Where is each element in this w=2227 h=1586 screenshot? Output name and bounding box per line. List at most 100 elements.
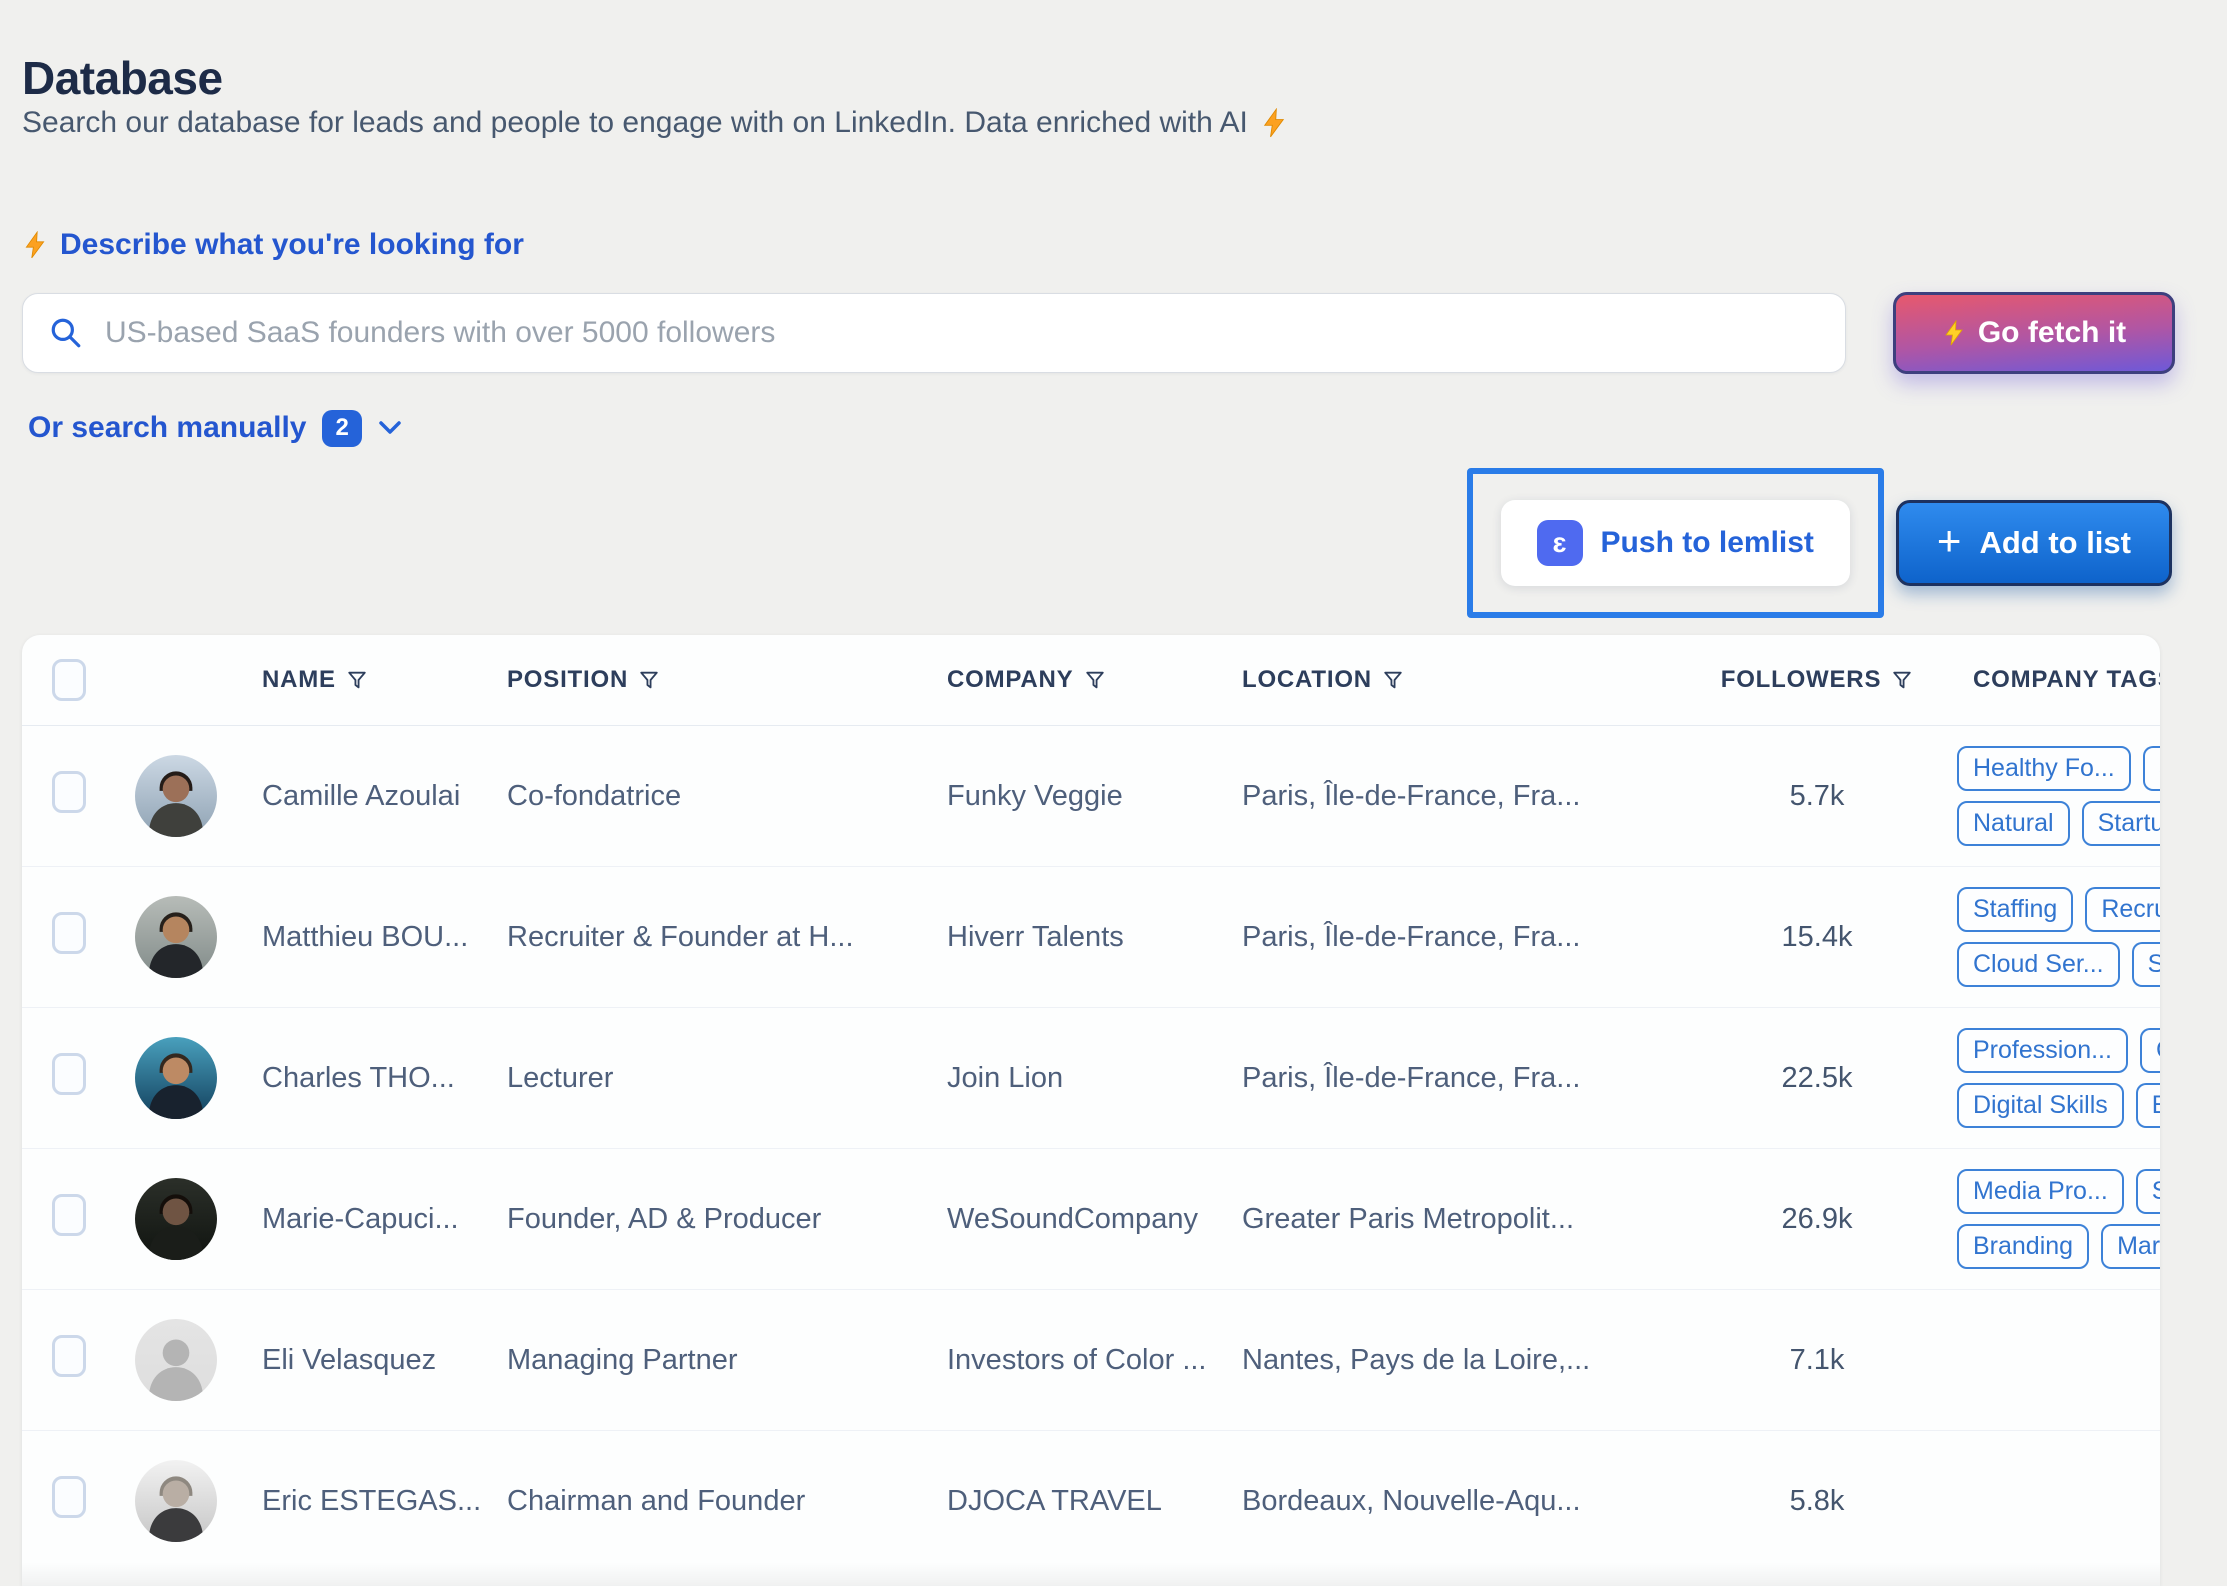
- cell-name: Charles THO...: [262, 1062, 507, 1095]
- row-checkbox[interactable]: [52, 1476, 86, 1518]
- header-company: COMPANY: [947, 666, 1242, 694]
- cell-company: Funky Veggie: [947, 780, 1242, 813]
- cell-company: WeSoundCompany: [947, 1203, 1242, 1236]
- header-position: POSITION: [507, 666, 947, 694]
- cell-company: Hiverr Talents: [947, 921, 1242, 954]
- lemlist-logo-icon: ɛ: [1537, 520, 1583, 566]
- cell-tags: Healthy Fo...Sna NaturalStartup: [1957, 746, 2160, 847]
- filter-count-badge: 2: [322, 410, 361, 447]
- cell-name: Matthieu BOU...: [262, 921, 507, 954]
- company-tag: Branding: [1957, 1224, 2089, 1269]
- describe-section-text: Describe what you're looking for: [60, 228, 524, 262]
- avatar: [135, 896, 217, 978]
- cell-position: Lecturer: [507, 1062, 947, 1095]
- cell-company: Join Lion: [947, 1062, 1242, 1095]
- table-row[interactable]: Matthieu BOU... Recruiter & Founder at H…: [22, 866, 2160, 1007]
- search-icon: [49, 316, 83, 350]
- search-input[interactable]: [103, 315, 1819, 351]
- row-checkbox[interactable]: [52, 1335, 86, 1377]
- filter-icon-followers[interactable]: [1891, 669, 1913, 691]
- search-box[interactable]: [22, 293, 1846, 373]
- table-row[interactable]: Eli Velasquez Managing Partner Investors…: [22, 1289, 2160, 1430]
- push-to-lemlist-button[interactable]: ɛ Push to lemlist: [1501, 500, 1850, 586]
- cell-followers: 5.7k: [1677, 780, 1957, 813]
- describe-section-label: Describe what you're looking for: [22, 228, 524, 262]
- header-location: LOCATION: [1242, 666, 1677, 694]
- add-to-list-button[interactable]: + Add to list: [1896, 500, 2172, 586]
- header-followers: FOLLOWERS: [1677, 666, 1957, 694]
- avatar: [135, 1037, 217, 1119]
- table-row[interactable]: Charles THO... Lecturer Join Lion Paris,…: [22, 1007, 2160, 1148]
- page-subtitle-text: Search our database for leads and people…: [22, 106, 1248, 140]
- cell-location: Paris, Île-de-France, Fra...: [1242, 1062, 1677, 1095]
- table-row[interactable]: Eric ESTEGAS... Chairman and Founder DJO…: [22, 1430, 2160, 1571]
- table-row[interactable]: Camille Azoulai Co-fondatrice Funky Vegg…: [22, 726, 2160, 866]
- cell-location: Paris, Île-de-France, Fra...: [1242, 780, 1677, 813]
- table-row[interactable]: Marie-Capuci... Founder, AD & Producer W…: [22, 1148, 2160, 1289]
- cell-tags: [1957, 1496, 2160, 1506]
- leads-table: NAME POSITION COMPANY LOCATION FOLLOWERS…: [22, 635, 2160, 1586]
- cell-location: Bordeaux, Nouvelle-Aqu...: [1242, 1485, 1677, 1518]
- push-to-lemlist-label: Push to lemlist: [1601, 526, 1814, 560]
- table-header-row: NAME POSITION COMPANY LOCATION FOLLOWERS…: [22, 635, 2160, 726]
- cell-location: Nantes, Pays de la Loire,...: [1242, 1344, 1677, 1377]
- company-tag: Media Pro...: [1957, 1169, 2124, 1214]
- cell-position: Co-fondatrice: [507, 780, 947, 813]
- cell-company: DJOCA TRAVEL: [947, 1485, 1242, 1518]
- avatar: [135, 755, 217, 837]
- company-tag: Sna: [2143, 746, 2160, 791]
- cell-name: Eric ESTEGAS...: [262, 1485, 507, 1518]
- select-all-checkbox[interactable]: [52, 659, 86, 701]
- go-fetch-label: Go fetch it: [1978, 316, 2126, 350]
- page-title: Database: [22, 51, 223, 105]
- company-tag: Coa: [2140, 1028, 2160, 1073]
- push-to-lemlist-highlight: ɛ Push to lemlist: [1467, 468, 1884, 618]
- avatar: [135, 1460, 217, 1542]
- cell-company: Investors of Color ...: [947, 1344, 1242, 1377]
- search-row: Go fetch it: [22, 292, 2175, 374]
- cell-tags: StaffingRecruiti Cloud Ser...Sta: [1957, 887, 2160, 988]
- cell-tags: Profession...Coa Digital SkillsEm: [1957, 1028, 2160, 1129]
- company-tag: Digital Skills: [1957, 1083, 2124, 1128]
- header-company-tags: COMPANY TAGS: [1957, 666, 2160, 694]
- filter-icon-position[interactable]: [638, 669, 660, 691]
- company-tag: Cloud Ser...: [1957, 942, 2120, 987]
- go-fetch-button[interactable]: Go fetch it: [1893, 292, 2175, 374]
- avatar: [135, 1319, 217, 1401]
- filter-icon-name[interactable]: [346, 669, 368, 691]
- cell-position: Founder, AD & Producer: [507, 1203, 947, 1236]
- company-tag: Staffing: [1957, 887, 2073, 932]
- cell-tags: Media Pro... So Branding Market: [1957, 1169, 2160, 1270]
- chevron-down-icon: [378, 420, 402, 436]
- cell-name: Marie-Capuci...: [262, 1203, 507, 1236]
- page-subtitle: Search our database for leads and people…: [22, 106, 1288, 140]
- search-manually-label: Or search manually: [28, 411, 306, 445]
- row-checkbox[interactable]: [52, 912, 86, 954]
- company-tag: Market: [2101, 1224, 2160, 1269]
- company-tag: Healthy Fo...: [1957, 746, 2131, 791]
- cell-followers: 22.5k: [1677, 1062, 1957, 1095]
- row-checkbox[interactable]: [52, 1194, 86, 1236]
- cell-position: Recruiter & Founder at H...: [507, 921, 947, 954]
- row-checkbox[interactable]: [52, 1053, 86, 1095]
- header-name: NAME: [262, 666, 507, 694]
- lightning-icon: [22, 231, 48, 259]
- company-tag: Sta: [2132, 942, 2160, 987]
- cell-followers: 15.4k: [1677, 921, 1957, 954]
- cell-followers: 5.8k: [1677, 1485, 1957, 1518]
- table-body: Camille Azoulai Co-fondatrice Funky Vegg…: [22, 726, 2160, 1571]
- search-manually-toggle[interactable]: Or search manually 2: [28, 410, 402, 447]
- company-tag: Em: [2136, 1083, 2160, 1128]
- row-checkbox[interactable]: [52, 771, 86, 813]
- cell-followers: 26.9k: [1677, 1203, 1957, 1236]
- company-tag: Natural: [1957, 801, 2070, 846]
- list-actions: ɛ Push to lemlist + Add to list: [1467, 468, 2172, 618]
- lightning-icon: [1260, 108, 1288, 138]
- cell-name: Eli Velasquez: [262, 1344, 507, 1377]
- add-to-list-label: Add to list: [1979, 525, 2131, 561]
- lightning-icon: [1942, 320, 1966, 346]
- company-tag: So: [2136, 1169, 2160, 1214]
- filter-icon-company[interactable]: [1084, 669, 1106, 691]
- filter-icon-location[interactable]: [1382, 669, 1404, 691]
- avatar: [135, 1178, 217, 1260]
